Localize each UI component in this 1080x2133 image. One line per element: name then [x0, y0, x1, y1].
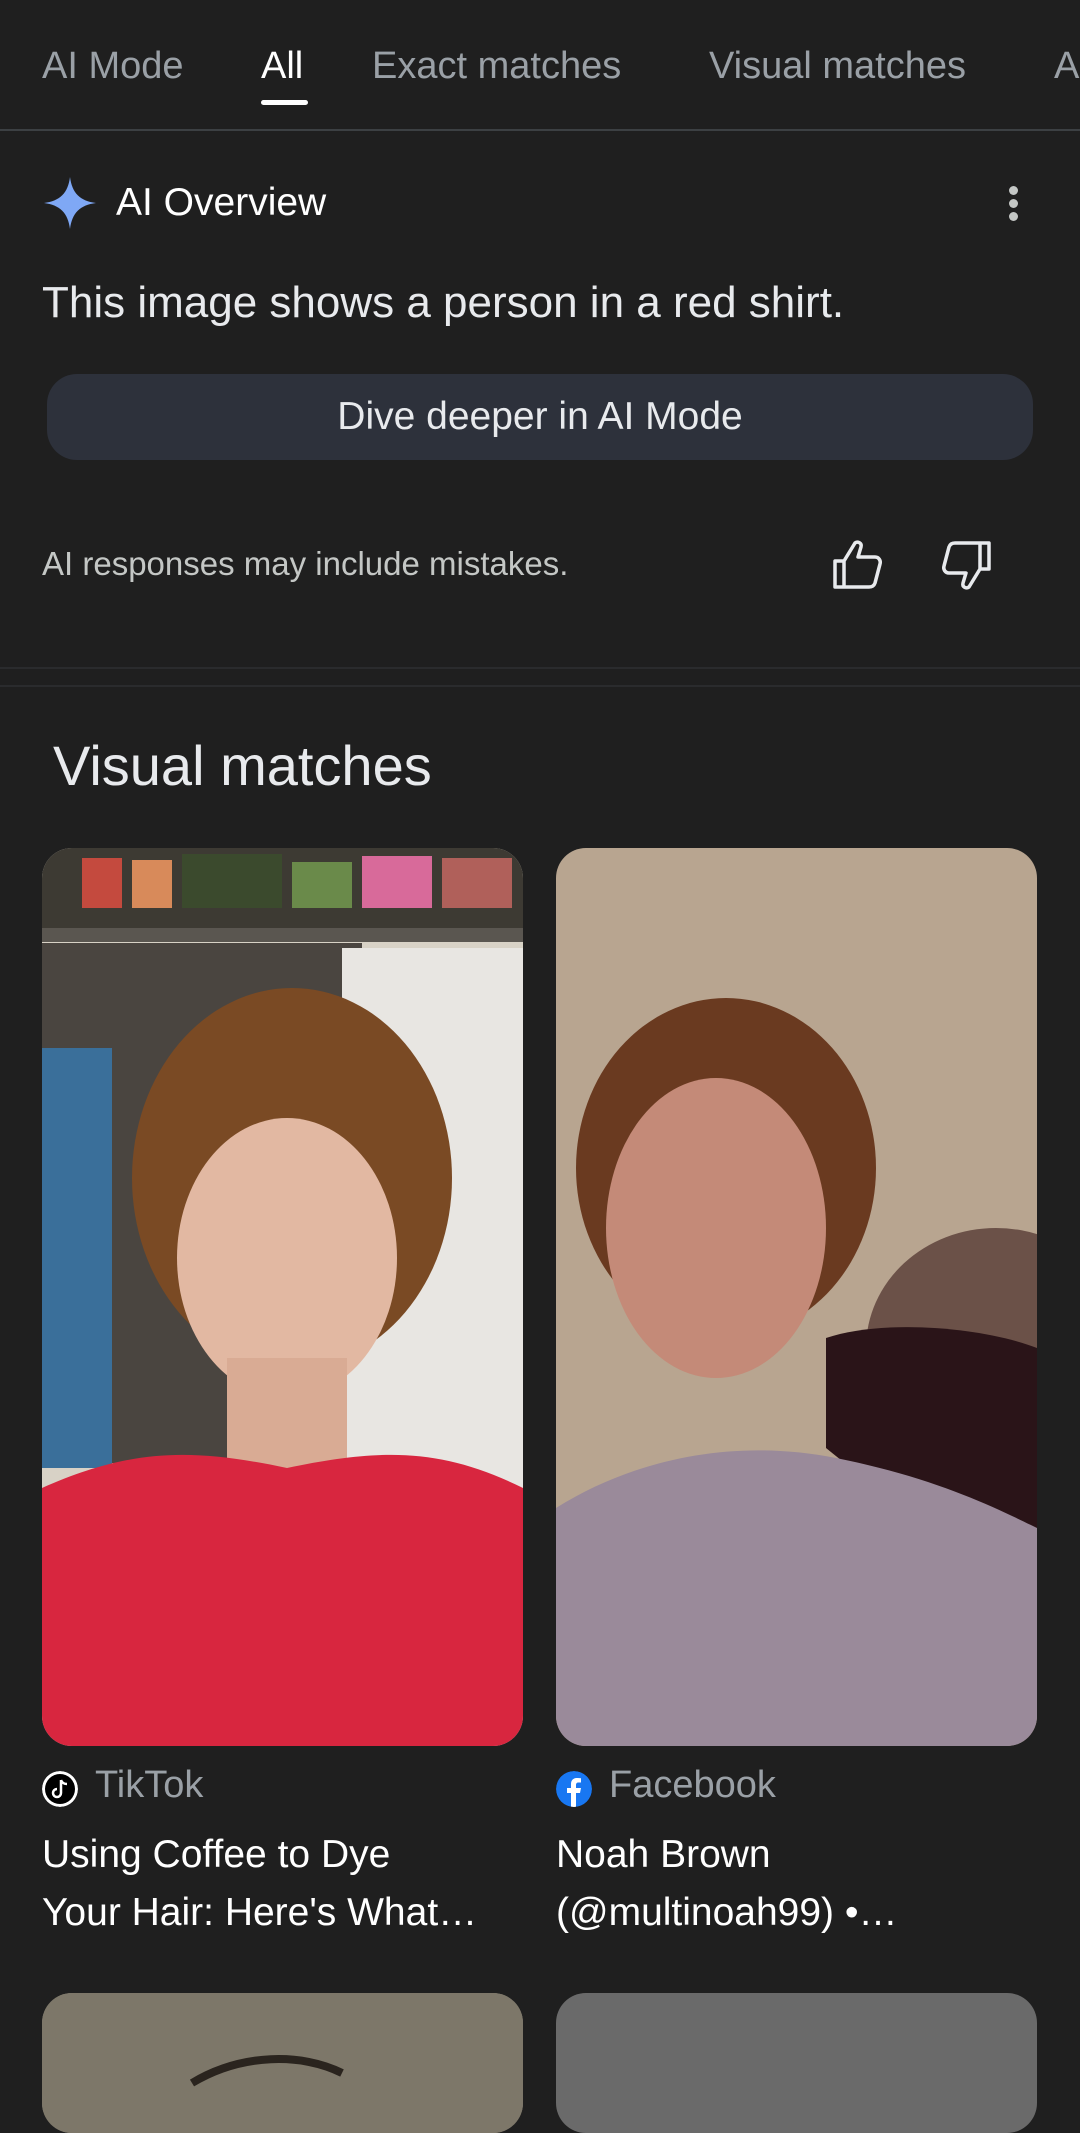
result-image-4[interactable] — [556, 1993, 1037, 2133]
facebook-icon — [556, 1771, 592, 1807]
tiktok-icon — [42, 1771, 78, 1807]
dive-deeper-button[interactable]: Dive deeper in AI Mode — [47, 374, 1033, 460]
result-image-2[interactable] — [556, 848, 1037, 1746]
result-title-1[interactable]: Using Coffee to Dye Your Hair: Here's Wh… — [42, 1826, 523, 1942]
tab-all[interactable]: All — [261, 42, 303, 90]
ai-disclaimer: AI responses may include mistakes. — [42, 545, 569, 582]
thumbs-down-icon[interactable] — [939, 537, 995, 593]
title-line: Noah Brown — [556, 1833, 771, 1876]
search-tabs: AI Mode All Exact matches Visual matches… — [0, 0, 1080, 131]
result-image-3[interactable] — [42, 1993, 523, 2133]
active-tab-indicator — [261, 100, 308, 105]
sparkle-icon — [44, 177, 96, 229]
tab-exact-matches[interactable]: Exact matches — [372, 42, 621, 90]
title-line: (@multinoah99) •… — [556, 1891, 898, 1934]
visual-matches-heading: Visual matches — [53, 734, 432, 797]
result-image-1[interactable] — [42, 848, 523, 1746]
more-vert-icon[interactable] — [998, 180, 1030, 226]
divider — [0, 667, 1080, 669]
ai-overview-summary: This image shows a person in a red shirt… — [42, 278, 845, 327]
thumbs-up-icon[interactable] — [829, 537, 885, 593]
source-name: Facebook — [609, 1764, 776, 1806]
tab-more[interactable]: A — [1054, 42, 1079, 90]
title-line: Your Hair: Here's What… — [42, 1891, 478, 1934]
tab-ai-mode[interactable]: AI Mode — [42, 42, 184, 90]
divider — [0, 685, 1080, 687]
source-name: TikTok — [95, 1764, 204, 1806]
ai-overview-title: AI Overview — [116, 181, 327, 224]
title-line: Using Coffee to Dye — [42, 1833, 391, 1876]
tab-visual-matches[interactable]: Visual matches — [709, 42, 966, 90]
result-title-2[interactable]: Noah Brown (@multinoah99) •… — [556, 1826, 1037, 1942]
